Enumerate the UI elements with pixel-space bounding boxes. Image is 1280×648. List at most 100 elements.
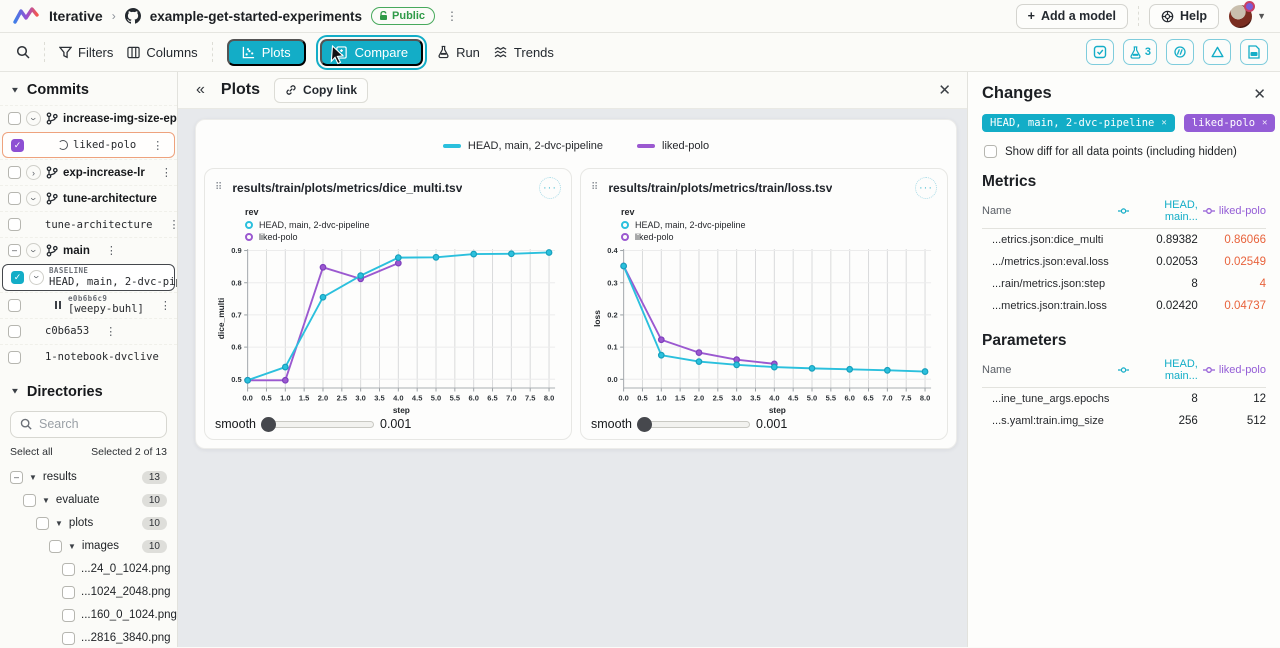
export-csv-button[interactable] [1240,39,1268,65]
row-checkbox[interactable] [62,586,75,599]
copy-link-button[interactable]: Copy link [274,78,368,103]
commit-name[interactable]: [weepy-buhl] [68,303,144,315]
columns-button[interactable]: Columns [127,45,197,60]
hide-experiments-button[interactable] [1166,39,1194,65]
tree-row[interactable]: –▼results13 [0,466,177,489]
run-button[interactable]: Run [437,45,480,60]
row-checkbox[interactable] [8,299,21,312]
row-checkbox[interactable] [23,494,36,507]
parameters-col-head-b[interactable]: liked-polo [1203,364,1266,376]
row-checkbox[interactable] [62,632,75,645]
commit-name[interactable]: main [63,245,90,257]
commit-row[interactable]: tune-architecture⋮ [0,211,177,237]
directories-search[interactable] [10,411,167,438]
tree-row[interactable]: ▼evaluate10 [0,489,177,512]
plots-button[interactable]: Plots [227,39,306,66]
search-icon[interactable] [16,45,30,59]
tree-label[interactable]: plots [69,517,93,529]
commit-name[interactable]: exp-increase-lr [63,167,145,179]
row-checkbox[interactable]: ✓ [11,139,24,152]
commit-row[interactable]: › increase-img-size-epochs [0,105,177,131]
kebab-menu-icon[interactable]: ⋮ [103,325,118,338]
expand-toggle-icon[interactable]: › [26,243,41,258]
commit-name[interactable]: tune-architecture [45,219,152,231]
kebab-menu-icon[interactable]: ⋮ [159,166,174,179]
tree-row[interactable]: ...1024_2048.png [0,581,177,604]
add-model-button[interactable]: + Add a model [1016,4,1128,29]
row-checkbox[interactable] [36,517,49,530]
trends-button[interactable]: Trends [494,45,554,60]
commit-row[interactable]: ✓›BASELINEHEAD, main, 2-dvc-pip…⋮ [2,264,175,291]
revision-chip[interactable]: HEAD, main, 2-dvc-pipeline✕ [982,114,1175,132]
metrics-col-head-a[interactable]: HEAD, main... [1118,199,1198,223]
smooth-slider[interactable] [638,421,750,428]
tree-label[interactable]: ...2816_3840.png [81,632,171,644]
tree-label[interactable]: results [43,471,77,483]
kebab-menu-icon[interactable]: ⋮ [150,139,165,152]
delta-button[interactable] [1203,39,1231,65]
chip-remove-icon[interactable]: ✕ [1262,118,1267,128]
caret-down-icon[interactable]: ▼ [42,496,50,505]
search-input[interactable] [39,417,149,431]
metrics-col-head-b[interactable]: liked-polo [1203,205,1266,217]
drag-handle-icon[interactable]: ⠿ [591,185,599,191]
row-checkbox[interactable] [8,112,21,125]
kebab-menu-icon[interactable]: ⋮ [171,192,178,205]
compare-button[interactable]: Compare [320,39,423,66]
avatar[interactable] [1229,5,1252,28]
row-checkbox[interactable] [8,351,21,364]
plot-menu-button[interactable]: ··· [539,177,561,199]
close-plots-icon[interactable]: ✕ [938,81,951,99]
row-checkbox[interactable] [8,192,21,205]
row-checkbox[interactable]: – [10,471,23,484]
kebab-menu-icon[interactable]: ⋮ [104,244,119,257]
kebab-menu-icon[interactable]: ⋮ [158,299,173,312]
tree-row[interactable]: ...160_0_1024.png [0,604,177,627]
commit-row[interactable]: ›tune-architecture⋮ [0,185,177,211]
commits-section-header[interactable]: ▼ Commits [0,72,177,105]
expand-toggle-icon[interactable]: › [29,270,44,285]
checkbox-icon[interactable] [984,145,997,158]
commit-name[interactable]: 1-notebook-dvclive [45,351,159,363]
commit-row[interactable]: e0b6b6c9[weepy-buhl]⋮ [0,292,177,318]
commit-row[interactable]: –› main ⋮ [0,237,177,263]
experiments-count-button[interactable]: 3 [1123,39,1157,65]
commit-name[interactable]: liked-polo [73,139,136,151]
row-checkbox[interactable] [8,218,21,231]
row-checkbox[interactable]: ✓ [11,271,24,284]
parameters-col-head-a[interactable]: HEAD, main... [1118,358,1198,382]
commit-name[interactable]: HEAD, main, 2-dvc-pip… [49,276,178,288]
tree-label[interactable]: evaluate [56,494,99,506]
tree-row[interactable]: ▼images10 [0,535,177,558]
directories-section-header[interactable]: ▼ Directories [0,370,177,407]
commit-row[interactable]: ›exp-increase-lr⋮ [0,159,177,185]
row-checkbox[interactable] [8,325,21,338]
row-checkbox[interactable]: – [8,244,21,257]
tree-label[interactable]: ...160_0_1024.png [81,609,177,621]
slider-knob[interactable] [637,417,652,432]
caret-down-icon[interactable]: ▼ [29,473,37,482]
show-diff-checkbox[interactable]: Show diff for all data points (including… [984,145,1266,158]
row-checkbox[interactable] [49,540,62,553]
repo-name[interactable]: example-get-started-experiments [150,9,362,24]
caret-down-icon[interactable]: ▼ [68,542,76,551]
slider-knob[interactable] [261,417,276,432]
row-checkbox[interactable] [62,609,75,622]
drag-handle-icon[interactable]: ⠿ [215,185,223,191]
commit-row[interactable]: c0b6a53 ⋮ [0,318,177,344]
caret-down-icon[interactable]: ▼ [55,519,63,528]
close-changes-icon[interactable]: ✕ [1253,85,1266,103]
commit-name[interactable]: tune-architecture [63,193,157,205]
tree-label[interactable]: images [82,540,119,552]
tree-row[interactable]: ▼plots10 [0,512,177,535]
org-name[interactable]: Iterative [49,8,103,24]
user-menu[interactable]: ▼ [1229,5,1266,28]
select-all-link[interactable]: Select all [10,446,53,458]
expand-toggle-icon[interactable]: › [26,111,41,126]
chip-remove-icon[interactable]: ✕ [1161,118,1166,128]
tree-row[interactable]: ...2816_3840.png [0,627,177,647]
revision-chip[interactable]: liked-polo✕ [1184,114,1276,132]
commit-name[interactable]: increase-img-size-epochs [63,113,178,125]
tree-row[interactable]: ...24_0_1024.png [0,558,177,581]
commit-name[interactable]: c0b6a53 [45,325,89,337]
